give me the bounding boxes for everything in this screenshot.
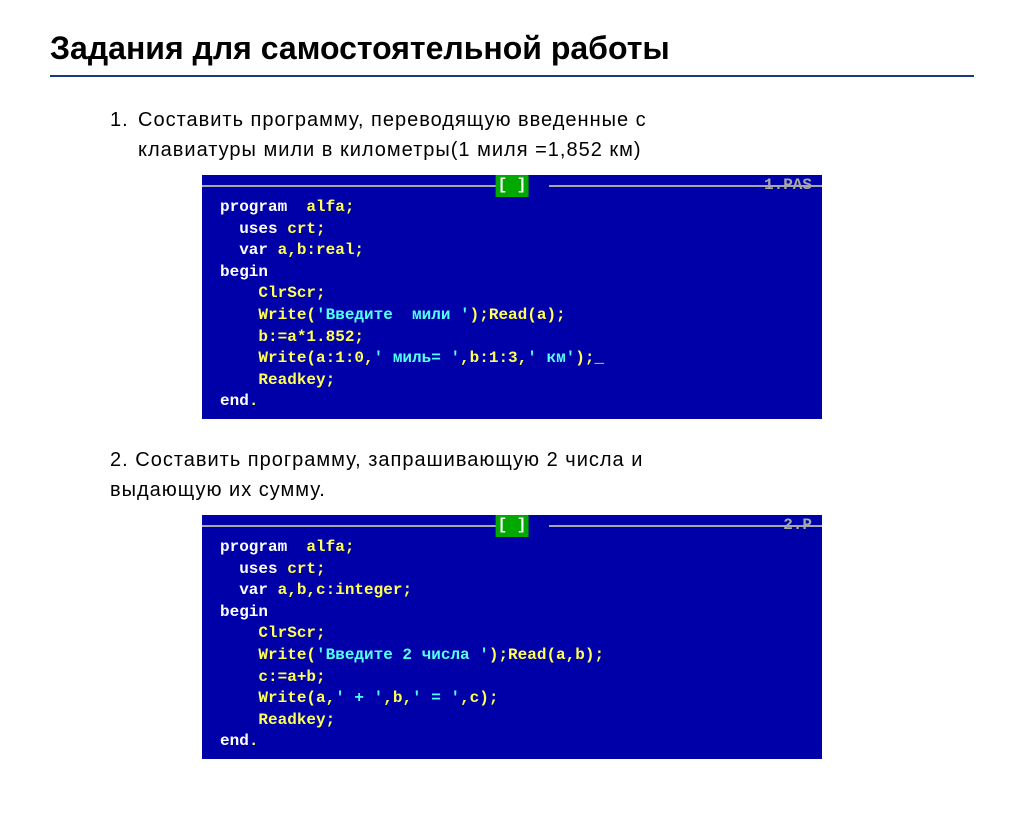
code-id: b:=a*1.852; bbox=[220, 328, 364, 346]
code-kw: begin bbox=[220, 603, 268, 621]
code-id: ,c); bbox=[460, 689, 498, 707]
code-str: ' км' bbox=[527, 349, 575, 367]
code1-filename: 1.PAS bbox=[764, 175, 812, 197]
code-id: ClrScr; bbox=[220, 284, 326, 302]
code-kw: uses bbox=[220, 560, 278, 578]
code-id: );Read(a,b); bbox=[489, 646, 604, 664]
code-id: ); bbox=[575, 349, 594, 367]
code-id: Write(a:1:0, bbox=[220, 349, 374, 367]
titlebar-line-right bbox=[549, 525, 822, 527]
code2-titleblock: [ ] bbox=[496, 515, 529, 537]
code-id: c:=a+b; bbox=[220, 668, 326, 686]
code-kw: end bbox=[220, 392, 249, 410]
task-1-line1: Составить программу, переводящую введенн… bbox=[138, 109, 647, 131]
code-str: 'Введите мили ' bbox=[316, 306, 470, 324]
code-id: Write(a, bbox=[220, 689, 335, 707]
title-underline bbox=[50, 75, 974, 77]
code-id: a,b,c:integer; bbox=[268, 581, 412, 599]
code-kw: var bbox=[220, 241, 268, 259]
code-id: Write( bbox=[220, 306, 316, 324]
titlebar-line-left bbox=[202, 525, 500, 527]
code-kw: end bbox=[220, 732, 249, 750]
code1-titlebar: [ ] 1.PAS bbox=[202, 177, 822, 197]
code2-titlebar: [ ] 2.P bbox=[202, 517, 822, 537]
code-kw: uses bbox=[220, 220, 278, 238]
code-id: ClrScr; bbox=[220, 624, 326, 642]
code-id: alfa; bbox=[287, 538, 354, 556]
code-id: ,b, bbox=[383, 689, 412, 707]
code-str: ' = ' bbox=[412, 689, 460, 707]
code2-filename: 2.P bbox=[783, 515, 812, 537]
code-id: a,b:real; bbox=[268, 241, 364, 259]
code2-body: program alfa; uses crt; var a,b,c:intege… bbox=[202, 537, 822, 753]
task-2: 2. Составить программу, запрашивающую 2 … bbox=[110, 445, 914, 505]
code-id: . bbox=[249, 392, 259, 410]
code-str: ' миль= ' bbox=[374, 349, 460, 367]
code1-body: program alfa; uses crt; var a,b:real; be… bbox=[202, 197, 822, 413]
code1-titleblock: [ ] bbox=[496, 175, 529, 197]
code-id: alfa; bbox=[287, 198, 354, 216]
task-1-num: 1. bbox=[110, 105, 138, 135]
code-id: );Read(a); bbox=[470, 306, 566, 324]
cursor-icon: _ bbox=[594, 349, 604, 367]
code-id: . bbox=[249, 732, 259, 750]
task-1-line2: клавиатуры мили в километры(1 миля =1,85… bbox=[138, 139, 642, 161]
task-1: 1.Составить программу, переводящую введе… bbox=[110, 105, 914, 165]
code-block-2: [ ] 2.P program alfa; uses crt; var a,b,… bbox=[202, 515, 822, 759]
code-str: ' + ' bbox=[335, 689, 383, 707]
code-kw: program bbox=[220, 198, 287, 216]
titlebar-line-left bbox=[202, 185, 500, 187]
code-block-1: [ ] 1.PAS program alfa; uses crt; var a,… bbox=[202, 175, 822, 419]
task-2-line2: выдающую их сумму. bbox=[110, 479, 326, 501]
slide-container: Задания для самостоятельной работы 1.Сос… bbox=[0, 0, 1024, 815]
code-kw: begin bbox=[220, 263, 268, 281]
code-str: 'Введите 2 числа ' bbox=[316, 646, 489, 664]
code-id: crt; bbox=[278, 220, 326, 238]
task-2-num: 2. bbox=[110, 449, 129, 471]
code-id: Readkey; bbox=[220, 711, 335, 729]
code-kw: program bbox=[220, 538, 287, 556]
content-area: 1.Составить программу, переводящую введе… bbox=[50, 105, 974, 759]
code-id: ,b:1:3, bbox=[460, 349, 527, 367]
task-2-line1: Составить программу, запрашивающую 2 чис… bbox=[135, 449, 643, 471]
slide-title: Задания для самостоятельной работы bbox=[50, 30, 974, 67]
code-id: crt; bbox=[278, 560, 326, 578]
code-id: Readkey; bbox=[220, 371, 335, 389]
code-kw: var bbox=[220, 581, 268, 599]
code-id: Write( bbox=[220, 646, 316, 664]
